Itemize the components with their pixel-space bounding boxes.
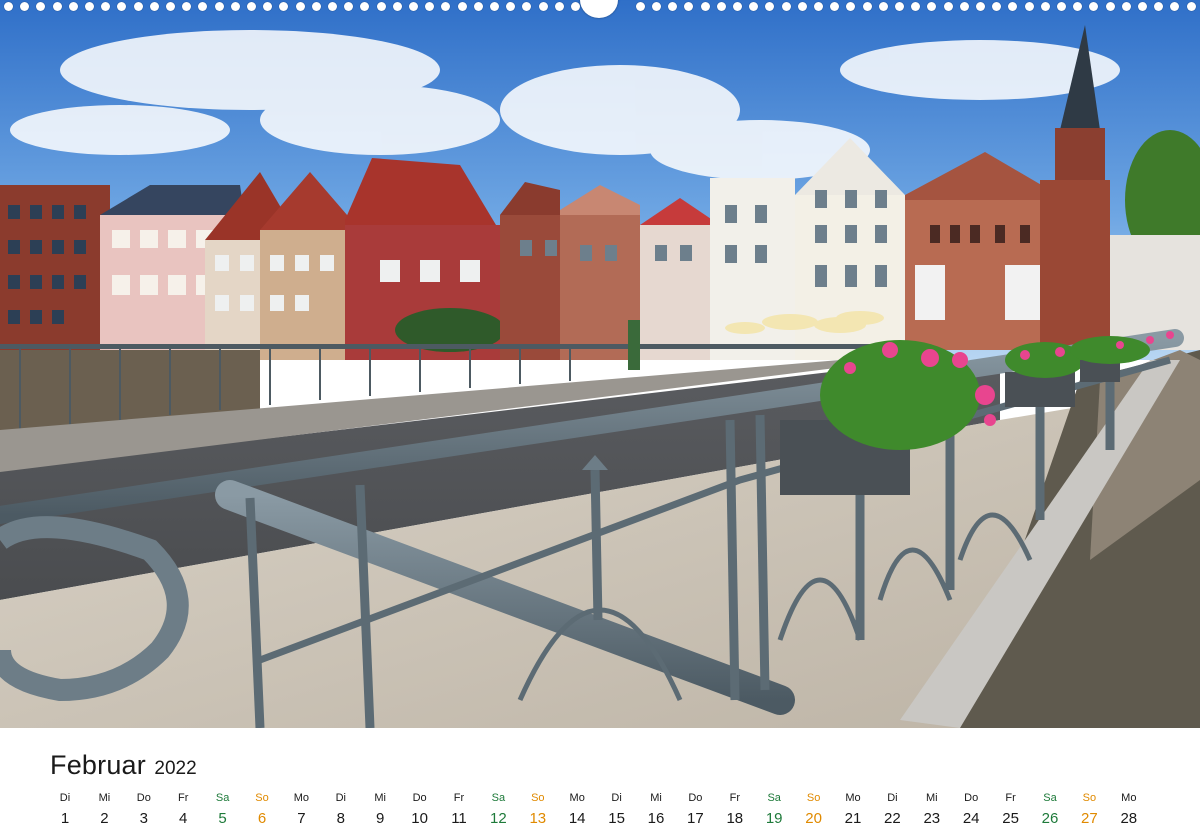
weekday-label: So [531, 792, 545, 804]
day-cell: Fr 11 [440, 790, 478, 830]
day-number: 16 [647, 810, 665, 827]
year-label: 2022 [154, 758, 197, 779]
day-cell: Sa 12 [479, 790, 517, 830]
day-number: 4 [179, 810, 188, 827]
weekday-label: Fr [177, 792, 189, 804]
weekday-label: Sa [491, 792, 506, 804]
weekday-label: Do [964, 792, 979, 804]
day-cell: Mo 14 [558, 790, 596, 830]
weekday-label: So [255, 792, 269, 804]
day-cell: Do 17 [676, 790, 714, 830]
day-cell: Do 24 [952, 790, 990, 830]
calendar-strip: Februar 2022 Di 1 Mi 2 Do 3 Fr 4 Sa 5 So 6 Mo 7 Di 8 Mi 9… [0, 728, 1200, 832]
day-number: 27 [1081, 810, 1098, 827]
day-number: 10 [411, 810, 428, 827]
day-number: 14 [568, 810, 586, 827]
day-number: 15 [608, 810, 625, 827]
day-number: 11 [451, 810, 467, 827]
weekday-label: Mo [569, 792, 585, 804]
weekday-label: Do [412, 792, 427, 804]
day-cell: Di 1 [46, 790, 84, 830]
day-number: 24 [962, 810, 980, 827]
weekday-label: Sa [215, 792, 230, 804]
photo-bridge-riverside-town-icon [0, 0, 1200, 728]
day-number: 2 [100, 810, 109, 827]
weekday-label: Di [335, 792, 346, 804]
day-cell: Mi 9 [361, 790, 399, 830]
day-row: Di 1 Mi 2 Do 3 Fr 4 Sa 5 So 6 Mo 7 Di 8 Mi 9 Do 10 Fr 11 Sa 12 S… [46, 790, 1154, 832]
day-number: 26 [1041, 810, 1059, 827]
day-cell: So 6 [243, 790, 281, 830]
day-cell: Mo 21 [834, 790, 872, 830]
day-number: 12 [490, 810, 507, 827]
day-cell: Do 10 [401, 790, 439, 830]
day-number: 18 [726, 810, 744, 827]
day-number: 5 [218, 810, 227, 827]
weekday-label: Mi [650, 792, 662, 804]
day-number: 23 [923, 810, 941, 827]
day-number: 13 [529, 810, 547, 827]
calendar-photo [0, 0, 1200, 728]
day-cell: Sa 26 [1031, 790, 1069, 830]
day-cell: So 20 [795, 790, 833, 830]
weekday-label: Fr [729, 792, 740, 804]
weekday-label: Mi [98, 792, 111, 804]
day-cell: So 13 [519, 790, 557, 830]
day-number: 9 [376, 810, 385, 827]
day-number: 7 [297, 810, 306, 827]
weekday-label: Mo [293, 792, 310, 804]
weekday-label: Di [611, 792, 622, 804]
weekday-label: Mi [374, 792, 386, 804]
weekday-label: Mo [1121, 792, 1137, 804]
weekday-label: Sa [1043, 792, 1057, 804]
weekday-label: Fr [453, 792, 465, 804]
day-cell: Mi 2 [85, 790, 123, 830]
day-number: 22 [884, 810, 901, 827]
day-number: 19 [765, 810, 783, 827]
day-number: 28 [1120, 810, 1138, 827]
month-title: Februar 2022 [50, 750, 197, 781]
weekday-label: So [1082, 792, 1097, 804]
day-cell: Mi 16 [637, 790, 675, 830]
day-number: 3 [139, 810, 148, 827]
weekday-label: Di [59, 792, 71, 804]
day-cell: Di 15 [598, 790, 636, 830]
day-cell: Sa 19 [755, 790, 793, 830]
day-cell: Sa 5 [204, 790, 242, 830]
weekday-label: Mo [845, 792, 861, 804]
day-cell: Mo 28 [1110, 790, 1148, 830]
day-cell: Mi 23 [913, 790, 951, 830]
day-number: 17 [687, 810, 704, 827]
weekday-label: Di [887, 792, 898, 804]
weekday-label: Do [688, 792, 703, 804]
day-number: 1 [60, 810, 70, 827]
day-number: 25 [1002, 810, 1019, 827]
day-cell: Fr 4 [164, 790, 202, 830]
month-name: Februar [50, 750, 146, 780]
day-cell: Do 3 [125, 790, 163, 830]
day-number: 6 [257, 810, 267, 827]
weekday-label: Do [136, 792, 151, 804]
day-cell: Di 8 [322, 790, 360, 830]
day-cell: Mo 7 [282, 790, 320, 830]
weekday-label: So [806, 792, 821, 804]
day-cell: So 27 [1070, 790, 1108, 830]
day-cell: Fr 25 [992, 790, 1030, 830]
day-cell: Di 22 [873, 790, 911, 830]
weekday-label: Sa [767, 792, 781, 804]
day-number: 21 [844, 810, 862, 827]
weekday-label: Fr [1005, 792, 1016, 804]
weekday-label: Mi [925, 792, 938, 804]
day-cell: Fr 18 [716, 790, 754, 830]
day-number: 20 [805, 810, 822, 827]
day-number: 8 [336, 810, 345, 827]
